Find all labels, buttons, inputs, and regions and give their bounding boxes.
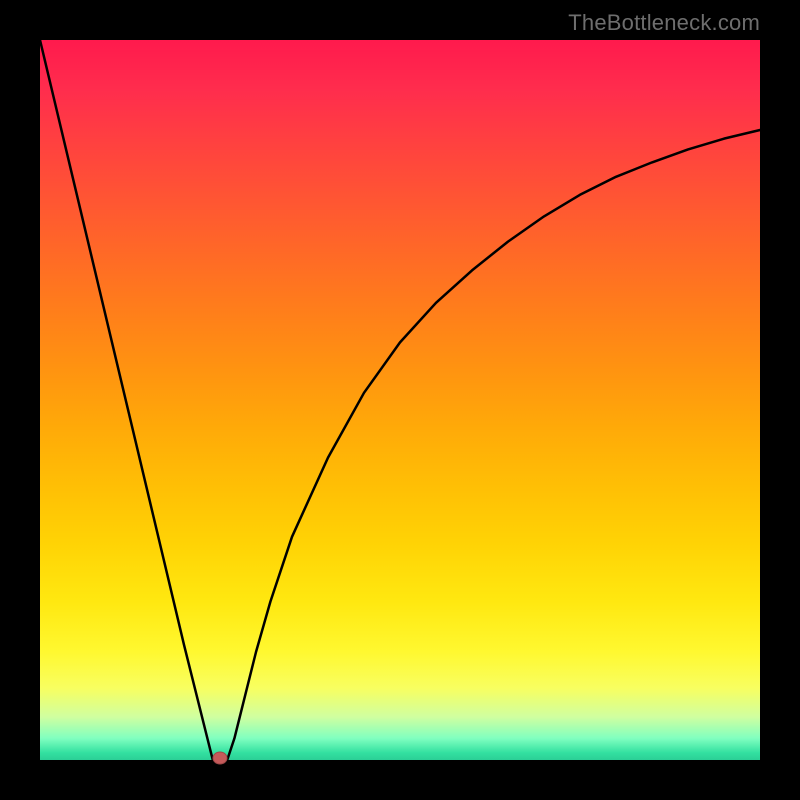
chart-svg [0, 0, 800, 800]
minimum-marker [213, 752, 227, 764]
attribution-text: TheBottleneck.com [568, 10, 760, 36]
bottleneck-curve [40, 40, 760, 760]
chart-frame: TheBottleneck.com [0, 0, 800, 800]
